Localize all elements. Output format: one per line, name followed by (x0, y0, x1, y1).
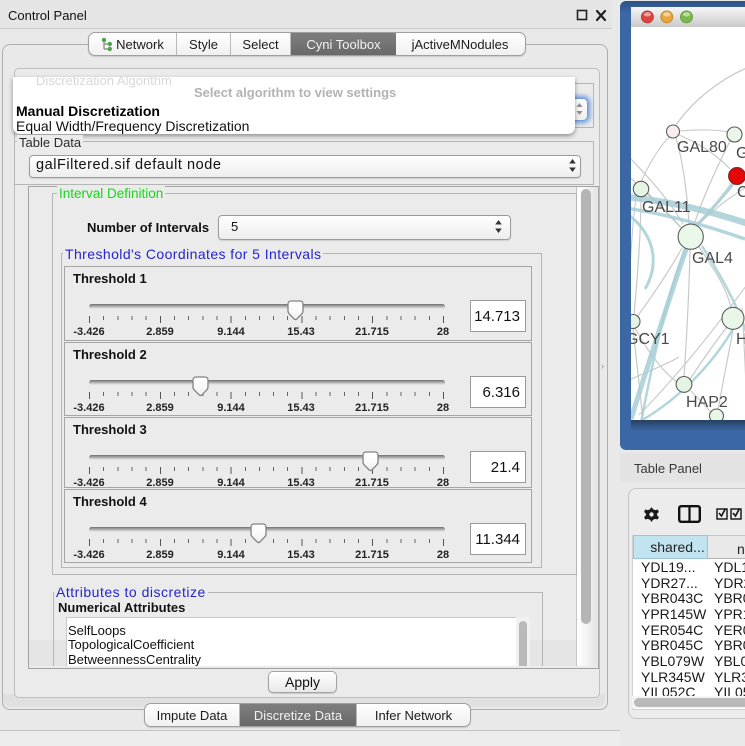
svg-text:GAL4: GAL4 (692, 250, 733, 267)
svg-text:GAL11: GAL11 (642, 199, 691, 216)
svg-text:GAL80: GAL80 (677, 139, 727, 156)
svg-text:GCY1: GCY1 (631, 331, 670, 348)
svg-text:HAP2: HAP2 (686, 394, 728, 411)
svg-text:C: C (737, 184, 745, 201)
svg-text:GA: GA (736, 145, 745, 162)
svg-text:H: H (736, 331, 745, 348)
